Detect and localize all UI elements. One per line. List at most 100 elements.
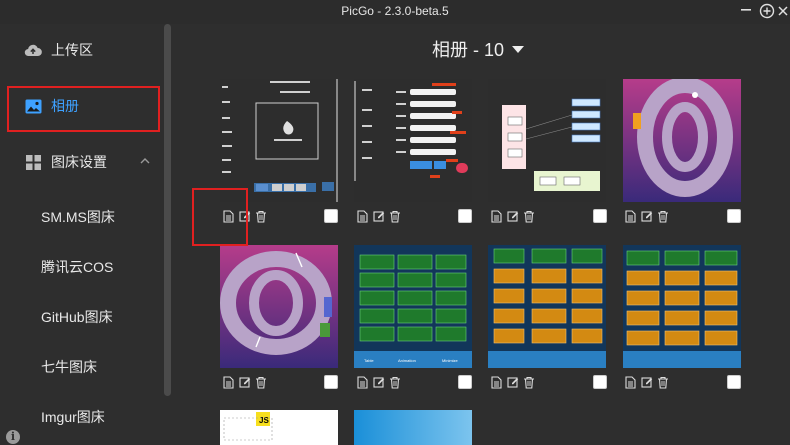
select-checkbox[interactable] — [727, 209, 741, 223]
table-footer-label: Minimize — [442, 358, 459, 363]
edit-icon — [372, 211, 384, 222]
sidebar: 上传区 相册 图床设置 SM.MS图床 腾讯云COS GitHub图床 七牛图床… — [0, 24, 170, 445]
image-icon — [24, 97, 42, 115]
grid-icon — [24, 153, 42, 171]
copy-link-button[interactable] — [490, 209, 503, 223]
copy-link-button[interactable] — [624, 209, 637, 223]
edit-icon — [506, 377, 518, 388]
gallery-image[interactable] — [354, 410, 472, 445]
close-icon — [778, 6, 788, 16]
edit-icon — [238, 211, 250, 222]
edit-icon — [238, 377, 250, 388]
delete-button[interactable] — [522, 209, 535, 223]
chevron-up-icon[interactable] — [139, 155, 151, 167]
image-actions — [222, 208, 267, 224]
edit-button[interactable] — [238, 375, 251, 389]
select-checkbox[interactable] — [458, 209, 472, 223]
trash-icon — [657, 210, 668, 223]
trash-icon — [255, 376, 266, 389]
gallery-image[interactable] — [488, 79, 606, 202]
gallery-image[interactable] — [623, 245, 741, 368]
document-icon — [625, 209, 636, 223]
minimize-button[interactable] — [737, 3, 755, 21]
gallery-image[interactable] — [488, 245, 606, 368]
gallery-image[interactable] — [220, 79, 338, 202]
gallery-image[interactable] — [354, 79, 472, 202]
trash-icon — [389, 376, 400, 389]
edit-icon — [372, 377, 384, 388]
trash-icon — [523, 210, 534, 223]
gallery-image[interactable] — [623, 79, 741, 202]
album-title-dropdown[interactable]: 相册 - 10 — [432, 36, 525, 62]
cloud-upload-icon — [24, 41, 42, 59]
sidebar-item-picbed-settings[interactable]: 图床设置 — [0, 141, 160, 183]
document-icon — [357, 209, 368, 223]
delete-button[interactable] — [522, 375, 535, 389]
delete-button[interactable] — [656, 375, 669, 389]
gallery-image[interactable] — [220, 245, 338, 368]
minimize-icon — [741, 9, 751, 11]
copy-link-button[interactable] — [356, 209, 369, 223]
window-title: PicGo - 2.3.0-beta.5 — [341, 4, 449, 18]
select-checkbox[interactable] — [458, 375, 472, 389]
close-button[interactable] — [774, 3, 790, 21]
delete-button[interactable] — [656, 209, 669, 223]
image-actions — [490, 208, 535, 224]
sidebar-item-label: 上传区 — [51, 42, 93, 58]
document-icon — [223, 375, 234, 389]
document-icon — [223, 209, 234, 223]
sidebar-item-label: 图床设置 — [51, 154, 107, 170]
edit-icon — [640, 377, 652, 388]
document-icon — [357, 375, 368, 389]
copy-link-button[interactable] — [356, 375, 369, 389]
info-icon[interactable]: i — [6, 430, 20, 444]
copy-link-button[interactable] — [222, 209, 235, 223]
delete-button[interactable] — [388, 209, 401, 223]
image-actions — [356, 208, 401, 224]
table-footer-label: Table — [364, 358, 374, 363]
select-checkbox[interactable] — [727, 375, 741, 389]
document-icon — [625, 375, 636, 389]
sidebar-item-upload[interactable]: 上传区 — [0, 29, 160, 71]
delete-button[interactable] — [388, 375, 401, 389]
select-checkbox[interactable] — [593, 209, 607, 223]
sidebar-item-album[interactable]: 相册 — [0, 85, 160, 127]
document-icon — [491, 209, 502, 223]
delete-button[interactable] — [254, 375, 267, 389]
plus-circle-icon — [759, 3, 775, 19]
select-checkbox[interactable] — [324, 209, 338, 223]
sidebar-item-qiniu[interactable]: 七牛图床 — [41, 357, 97, 377]
edit-button[interactable] — [506, 375, 519, 389]
delete-button[interactable] — [254, 209, 267, 223]
gallery-image[interactable]: JS — [220, 410, 338, 445]
edit-button[interactable] — [640, 375, 653, 389]
trash-icon — [657, 376, 668, 389]
trash-icon — [523, 376, 534, 389]
sidebar-item-label: 相册 — [51, 98, 79, 114]
sidebar-item-imgur[interactable]: Imgur图床 — [41, 407, 105, 427]
trash-icon — [389, 210, 400, 223]
sidebar-item-smms[interactable]: SM.MS图床 — [41, 207, 115, 227]
image-actions — [624, 374, 669, 390]
select-checkbox[interactable] — [593, 375, 607, 389]
edit-icon — [506, 211, 518, 222]
caret-down-icon — [512, 45, 525, 53]
copy-link-button[interactable] — [624, 375, 637, 389]
sidebar-item-github[interactable]: GitHub图床 — [41, 307, 113, 327]
copy-link-button[interactable] — [490, 375, 503, 389]
image-actions — [222, 374, 267, 390]
gallery-image[interactable]: Table Animation Minimize — [354, 245, 472, 368]
js-badge: JS — [259, 416, 269, 425]
edit-button[interactable] — [372, 209, 385, 223]
copy-link-button[interactable] — [222, 375, 235, 389]
gallery: 相册 - 10 Table Animation Minimize JS — [170, 24, 790, 445]
edit-button[interactable] — [640, 209, 653, 223]
edit-button[interactable] — [506, 209, 519, 223]
select-checkbox[interactable] — [324, 375, 338, 389]
trash-icon — [255, 210, 266, 223]
edit-button[interactable] — [372, 375, 385, 389]
sidebar-item-tencent-cos[interactable]: 腾讯云COS — [41, 257, 113, 277]
document-icon — [491, 375, 502, 389]
edit-button[interactable] — [238, 209, 251, 223]
edit-icon — [640, 211, 652, 222]
